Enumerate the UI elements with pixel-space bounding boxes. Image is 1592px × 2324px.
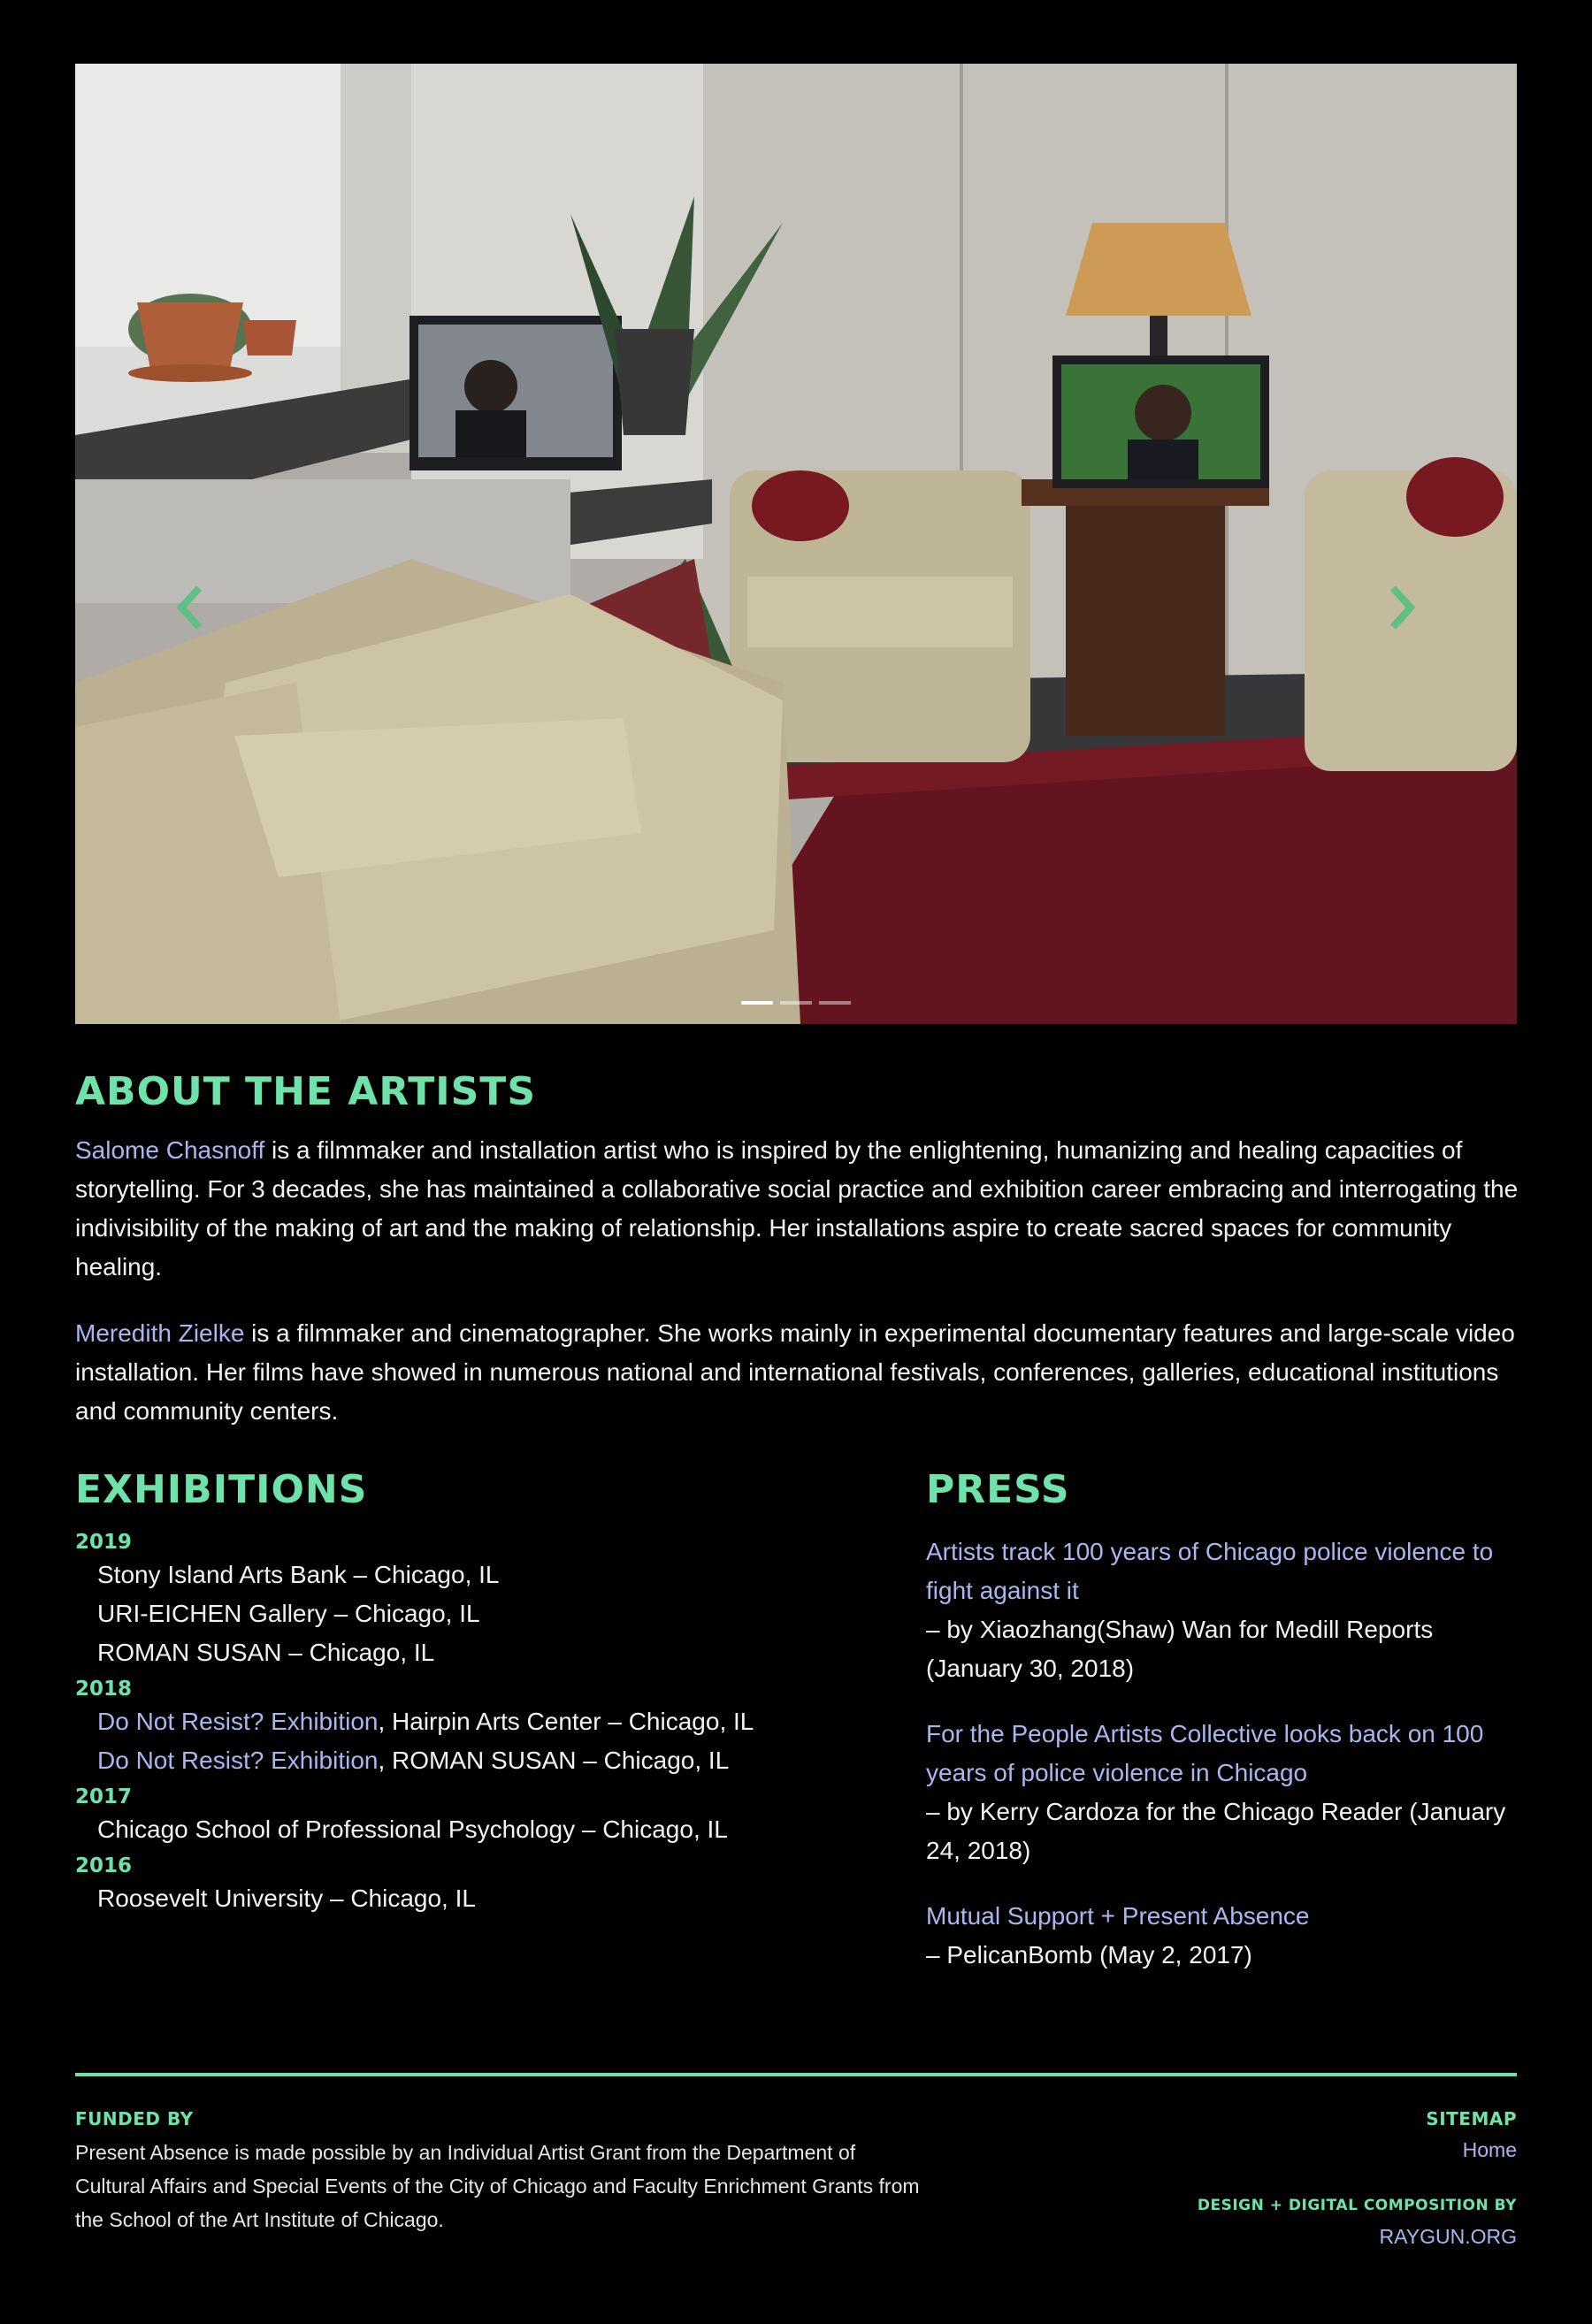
exhibition-year-block: 2019 Stony Island Arts Bank – Chicago, IL…: [75, 1529, 871, 1672]
footer-right: SITEMAP Home DESIGN + DIGITAL COMPOSITIO…: [1198, 2108, 1517, 2251]
exhibition-venue: , ROMAN SUSAN – Chicago, IL: [378, 1747, 730, 1774]
press-heading: PRESS: [926, 1467, 1070, 1512]
about-heading: ABOUT THE ARTISTS: [75, 1069, 537, 1114]
exhibition-item: Chicago School of Professional Psycholog…: [75, 1810, 871, 1849]
exhibition-item: Do Not Resist? Exhibition, ROMAN SUSAN –…: [75, 1741, 871, 1780]
artist2-bio: Meredith Zielke is a filmmaker and cinem…: [75, 1314, 1526, 1431]
press-meta: – by Kerry Cardoza for the Chicago Reade…: [926, 1798, 1506, 1864]
exhibition-item: Do Not Resist? Exhibition, Hairpin Arts …: [75, 1702, 871, 1741]
funded-by: FUNDED BY Present Absence is made possib…: [75, 2108, 924, 2236]
press-item: For the People Artists Collective looks …: [926, 1715, 1527, 1870]
artist2-link[interactable]: Meredith Zielke: [75, 1319, 244, 1347]
exhibition-venue: Roosevelt University – Chicago, IL: [97, 1884, 476, 1912]
exhibition-venue: ROMAN SUSAN – Chicago, IL: [97, 1639, 435, 1666]
exhibition-venue: Chicago School of Professional Psycholog…: [97, 1816, 728, 1843]
hero-carousel: [75, 64, 1517, 1024]
artist1-bio: Salome Chasnoff is a filmmaker and insta…: [75, 1131, 1526, 1287]
exhibition-year: 2019: [75, 1531, 133, 1554]
exhibition-venue: URI-EICHEN Gallery – Chicago, IL: [97, 1600, 480, 1627]
raygun-link[interactable]: RAYGUN.ORG: [1198, 2221, 1517, 2251]
press-meta: – PelicanBomb (May 2, 2017): [926, 1941, 1252, 1969]
chevron-right-icon: [1390, 585, 1416, 630]
press-list: Artists track 100 years of Chicago polic…: [926, 1533, 1527, 1975]
hero-image: [75, 64, 1517, 1024]
exhibition-venue: Stony Island Arts Bank – Chicago, IL: [97, 1561, 500, 1588]
design-credit-label: DESIGN + DIGITAL COMPOSITION BY: [1197, 2197, 1517, 2214]
press-item: Artists track 100 years of Chicago polic…: [926, 1533, 1527, 1688]
exhibition-item: Roosevelt University – Chicago, IL: [75, 1879, 871, 1918]
home-link[interactable]: Home: [1198, 2135, 1517, 2165]
exhibition-item: Stony Island Arts Bank – Chicago, IL: [75, 1556, 871, 1594]
funded-by-text: Present Absence is made possible by an I…: [75, 2141, 920, 2231]
exhibition-year: 2017: [75, 1785, 133, 1808]
exhibitions-section: EXHIBITIONS 2019 Stony Island Arts Bank –…: [75, 1471, 871, 1918]
about-section: ABOUT THE ARTISTS Salome Chasnoff is a f…: [75, 1073, 1526, 1431]
carousel-next-button[interactable]: [1371, 568, 1433, 647]
artist1-bio-text: is a filmmaker and installation artist w…: [75, 1136, 1519, 1280]
chevron-left-icon: [176, 585, 202, 630]
funded-by-label: FUNDED BY: [75, 2108, 194, 2129]
carousel-dot-3[interactable]: [819, 1001, 851, 1005]
artist1-link[interactable]: Salome Chasnoff: [75, 1136, 264, 1164]
press-article-link[interactable]: Artists track 100 years of Chicago polic…: [926, 1533, 1527, 1610]
press-meta: – by Xiaozhang(Shaw) Wan for Medill Repo…: [926, 1616, 1434, 1682]
exhibition-link[interactable]: Do Not Resist? Exhibition: [97, 1747, 378, 1774]
exhibitions-list: 2019 Stony Island Arts Bank – Chicago, IL…: [75, 1529, 871, 1918]
exhibition-link[interactable]: Do Not Resist? Exhibition: [97, 1708, 378, 1735]
press-section: PRESS Artists track 100 years of Chicago…: [926, 1471, 1527, 1975]
exhibition-year: 2016: [75, 1854, 133, 1877]
exhibition-item: ROMAN SUSAN – Chicago, IL: [75, 1633, 871, 1672]
carousel-prev-button[interactable]: [159, 568, 221, 647]
press-article-link[interactable]: Mutual Support + Present Absence: [926, 1897, 1527, 1936]
sitemap-label: SITEMAP: [1426, 2108, 1517, 2129]
exhibition-year: 2018: [75, 1678, 133, 1701]
exhibitions-heading: EXHIBITIONS: [75, 1467, 368, 1512]
exhibition-venue: , Hairpin Arts Center – Chicago, IL: [378, 1708, 754, 1735]
carousel-dot-2[interactable]: [780, 1001, 812, 1005]
exhibition-year-block: 2018 Do Not Resist? Exhibition, Hairpin A…: [75, 1676, 871, 1780]
press-article-link[interactable]: For the People Artists Collective looks …: [926, 1715, 1527, 1793]
artist2-bio-text: is a filmmaker and cinematographer. She …: [75, 1319, 1515, 1425]
exhibition-item: URI-EICHEN Gallery – Chicago, IL: [75, 1594, 871, 1633]
footer-divider: [75, 2073, 1517, 2076]
exhibition-year-block: 2016 Roosevelt University – Chicago, IL: [75, 1853, 871, 1918]
carousel-indicators: [741, 1001, 851, 1005]
press-item: Mutual Support + Present Absence – Pelica…: [926, 1897, 1527, 1975]
carousel-dot-1[interactable]: [741, 1001, 773, 1005]
exhibition-year-block: 2017 Chicago School of Professional Psych…: [75, 1784, 871, 1849]
